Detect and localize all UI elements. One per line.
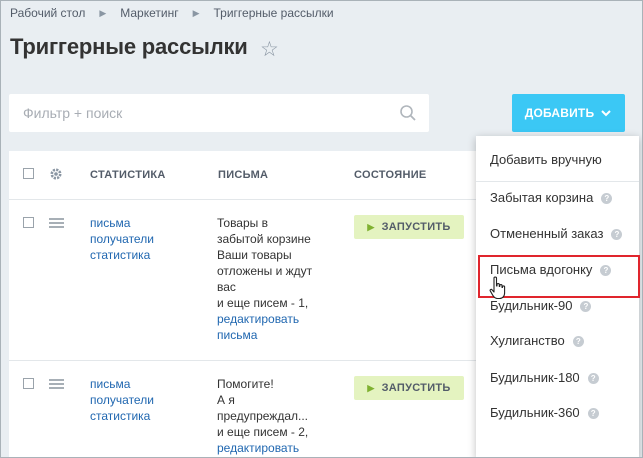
column-header-statistics[interactable]: СТАТИСТИКА — [90, 169, 166, 181]
run-button-label: ЗАПУСТИТЬ — [381, 382, 451, 394]
run-button[interactable]: ▶ ЗАПУСТИТЬ — [354, 215, 464, 239]
breadcrumb-separator-icon: ▶ — [99, 8, 107, 18]
help-icon[interactable]: ? — [611, 229, 623, 240]
menu-item-alarm-180[interactable]: Будильник-180? — [490, 370, 599, 385]
table-row: письма получатели статистика Товары в за… — [9, 200, 479, 361]
letters-line: забытой корзине — [217, 232, 311, 246]
column-header-letters[interactable]: ПИСЬМА — [218, 169, 268, 181]
drag-handle-icon[interactable] — [49, 379, 64, 389]
menu-item-label: Хулиганство — [490, 333, 565, 348]
chevron-down-icon — [601, 110, 611, 117]
help-icon[interactable]: ? — [580, 301, 592, 312]
mailings-grid: СТАТИСТИКА ПИСЬМА СОСТОЯНИЕ письма получ… — [9, 151, 479, 457]
letters-summary: Товары в забытой корзине Ваши товары отл… — [217, 215, 327, 343]
menu-item-forgotten-cart[interactable]: Забытая корзина? — [490, 190, 613, 205]
help-icon[interactable]: ? — [601, 193, 613, 204]
hand-cursor-icon — [489, 276, 506, 300]
statistics-link[interactable]: статистика — [90, 408, 154, 424]
add-button-label: ДОБАВИТЬ — [524, 106, 595, 120]
column-header-state[interactable]: СОСТОЯНИЕ — [354, 169, 427, 181]
app-frame: Рабочий стол ▶ Маркетинг ▶ Триггерные рассыл… — [0, 0, 643, 458]
breadcrumb-item-marketing[interactable]: Маркетинг — [120, 6, 178, 20]
breadcrumb-separator-icon: ▶ — [192, 8, 200, 18]
row-links: письма получатели статистика — [90, 215, 154, 263]
breadcrumb: Рабочий стол ▶ Маркетинг ▶ Триггерные рассыл… — [10, 6, 334, 20]
letters-link[interactable]: письма — [90, 376, 154, 392]
letters-line: и еще писем - 2, — [217, 425, 309, 439]
breadcrumb-item-trigger-mailings[interactable]: Триггерные рассылки — [214, 6, 334, 20]
edit-letters-link-continued[interactable]: письма — [217, 327, 327, 343]
add-button[interactable]: ДОБАВИТЬ — [512, 94, 625, 132]
menu-item-label: Добавить вручную — [490, 152, 602, 167]
page-title: Триггерные рассылки — [10, 34, 248, 59]
menu-item-cancelled-order[interactable]: Отмененный заказ? — [490, 226, 623, 241]
letters-link[interactable]: письма — [90, 215, 154, 231]
table-row: письма получатели статистика Помогите! А… — [9, 361, 479, 457]
menu-item-hooliganism[interactable]: Хулиганство? — [490, 333, 584, 348]
statistics-link[interactable]: статистика — [90, 247, 154, 263]
letters-summary: Помогите! А я предупреждал... и еще писе… — [217, 376, 327, 456]
letters-line: Ваши товары — [217, 248, 292, 262]
menu-item-alarm-90[interactable]: Будильник-90? — [490, 298, 592, 313]
breadcrumb-item-desktop[interactable]: Рабочий стол — [10, 6, 85, 20]
recipients-link[interactable]: получатели — [90, 392, 154, 408]
row-checkbox[interactable] — [23, 378, 34, 389]
select-all-checkbox[interactable] — [23, 168, 34, 179]
search-placeholder: Фильтр + поиск — [23, 105, 123, 121]
letters-line: отложены и ждут — [217, 264, 313, 278]
row-checkbox[interactable] — [23, 217, 34, 228]
menu-item-label: Забытая корзина — [490, 190, 594, 205]
menu-item-label: Будильник-90 — [490, 298, 573, 313]
row-links: письма получатели статистика — [90, 376, 154, 424]
menu-item-add-manually[interactable]: Добавить вручную — [490, 152, 602, 167]
search-input[interactable]: Фильтр + поиск — [9, 94, 429, 132]
letters-line: Помогите! — [217, 377, 274, 391]
run-button[interactable]: ▶ ЗАПУСТИТЬ — [354, 376, 464, 400]
gear-icon[interactable] — [49, 167, 63, 181]
help-icon[interactable]: ? — [572, 336, 584, 347]
edit-letters-link[interactable]: редактировать — [217, 440, 327, 456]
letters-line: Товары в — [217, 216, 268, 230]
star-icon[interactable]: ☆ — [260, 37, 279, 62]
play-icon: ▶ — [367, 382, 375, 393]
help-icon[interactable]: ? — [587, 373, 599, 384]
letters-line: вас — [217, 280, 236, 294]
letters-line: и еще писем - 1, — [217, 296, 309, 310]
run-button-label: ЗАПУСТИТЬ — [381, 221, 451, 233]
search-icon[interactable] — [399, 104, 417, 122]
recipients-link[interactable]: получатели — [90, 231, 154, 247]
play-icon: ▶ — [367, 221, 375, 232]
menu-item-label: Будильник-360 — [490, 405, 580, 420]
letters-line: предупреждал... — [217, 409, 309, 423]
menu-item-alarm-360[interactable]: Будильник-360? — [490, 405, 599, 420]
drag-handle-icon[interactable] — [49, 218, 64, 228]
help-icon[interactable]: ? — [587, 408, 599, 419]
menu-divider — [476, 181, 639, 182]
letters-line: А я — [217, 393, 235, 407]
menu-item-label: Будильник-180 — [490, 370, 580, 385]
menu-item-label: Отмененный заказ — [490, 226, 604, 241]
grid-header: СТАТИСТИКА ПИСЬМА СОСТОЯНИЕ — [9, 151, 479, 200]
edit-letters-link[interactable]: редактировать — [217, 311, 327, 327]
